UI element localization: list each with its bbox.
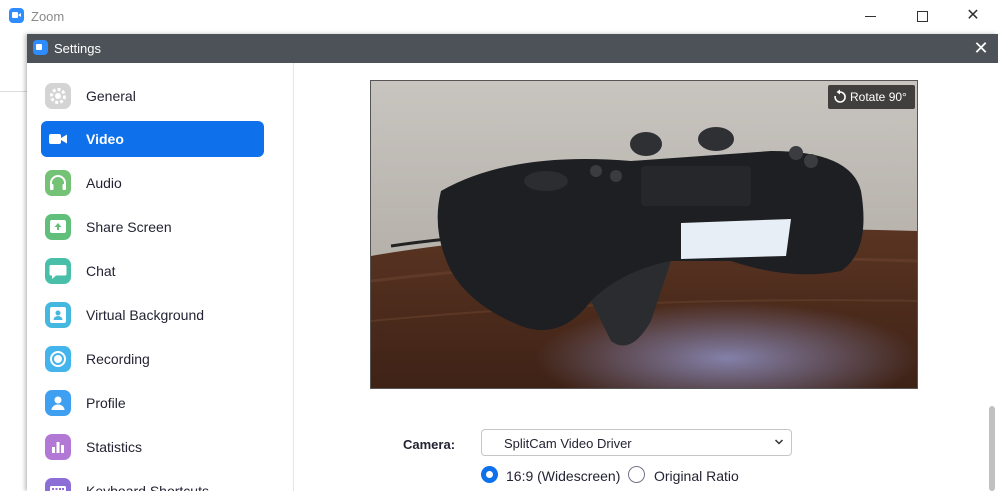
chat-icon: [45, 258, 71, 284]
sidebar-item-keyboard-shortcuts[interactable]: Keyboard Shortcuts: [41, 473, 264, 491]
sidebar-item-label: Audio: [86, 175, 122, 191]
sidebar-item-recording[interactable]: Recording: [41, 341, 264, 377]
settings-titlebar: Settings ✕: [27, 34, 998, 63]
rotate-icon: [834, 89, 846, 103]
sidebar-item-label: Statistics: [86, 439, 143, 455]
video-settings-panel: Rotate 90° Camera: SplitCam Video Driver…: [295, 63, 985, 491]
sidebar-item-label: Chat: [86, 263, 116, 279]
zoom-titlebar: Zoom ✕: [0, 0, 998, 32]
sidebar-item-profile[interactable]: Profile: [41, 385, 264, 421]
headphones-icon: [45, 170, 71, 196]
camera-label: Camera:: [403, 437, 456, 452]
settings-title: Settings: [54, 41, 101, 56]
share-screen-icon: [45, 214, 71, 240]
sidebar-item-virtual-background[interactable]: Virtual Background: [41, 297, 264, 333]
sidebar-item-label: Recording: [86, 351, 150, 367]
sidebar-item-video[interactable]: Video: [41, 121, 264, 157]
profile-icon: [45, 390, 71, 416]
statistics-icon: [45, 434, 71, 460]
sidebar-item-share-screen[interactable]: Share Screen: [41, 209, 264, 245]
radio-original-ratio[interactable]: [628, 466, 645, 483]
settings-sidebar: General Video Audio Share Screen Chat Vi…: [27, 63, 294, 491]
sidebar-item-general[interactable]: General: [41, 78, 264, 114]
radio-original-ratio-label[interactable]: Original Ratio: [654, 468, 739, 484]
sidebar-item-chat[interactable]: Chat: [41, 253, 264, 289]
sidebar-item-label: Share Screen: [86, 219, 172, 235]
sidebar-item-label: Profile: [86, 395, 126, 411]
sidebar-item-label: Video: [86, 131, 124, 147]
camera-select-value: SplitCam Video Driver: [504, 436, 632, 451]
close-window-button[interactable]: ✕: [958, 6, 988, 26]
scrollbar-thumb[interactable]: [989, 406, 995, 491]
zoom-window-title: Zoom: [31, 9, 65, 24]
minimize-button[interactable]: [856, 6, 886, 26]
settings-dialog: Settings ✕ General Video Audio Share Scr…: [27, 34, 998, 491]
camera-select[interactable]: SplitCam Video Driver: [481, 429, 792, 456]
radio-widescreen[interactable]: [481, 466, 498, 483]
video-camera-icon: [45, 126, 71, 152]
radio-widescreen-label[interactable]: 16:9 (Widescreen): [506, 468, 620, 484]
gear-icon: [45, 83, 71, 109]
sidebar-item-audio[interactable]: Audio: [41, 165, 264, 201]
keyboard-icon: [45, 478, 71, 491]
sidebar-item-statistics[interactable]: Statistics: [41, 429, 264, 465]
settings-close-button[interactable]: ✕: [971, 38, 991, 58]
sidebar-item-label: General: [86, 88, 136, 104]
rotate-90-button[interactable]: Rotate 90°: [828, 85, 915, 109]
zoom-logo-icon: [9, 8, 24, 23]
scrollbar[interactable]: [985, 63, 998, 491]
camera-preview-image: [371, 81, 917, 388]
camera-preview: Rotate 90°: [370, 80, 918, 389]
zoom-background-panel: [0, 32, 27, 92]
rotate-label: Rotate 90°: [850, 90, 907, 104]
chevron-down-icon: [774, 439, 784, 445]
sidebar-item-label: Virtual Background: [86, 307, 205, 323]
virtual-background-icon: [45, 302, 71, 328]
recording-icon: [45, 346, 71, 372]
maximize-button[interactable]: [907, 6, 937, 26]
zoom-logo-icon: [33, 40, 48, 55]
sidebar-item-label: Keyboard Shortcuts: [86, 483, 209, 491]
